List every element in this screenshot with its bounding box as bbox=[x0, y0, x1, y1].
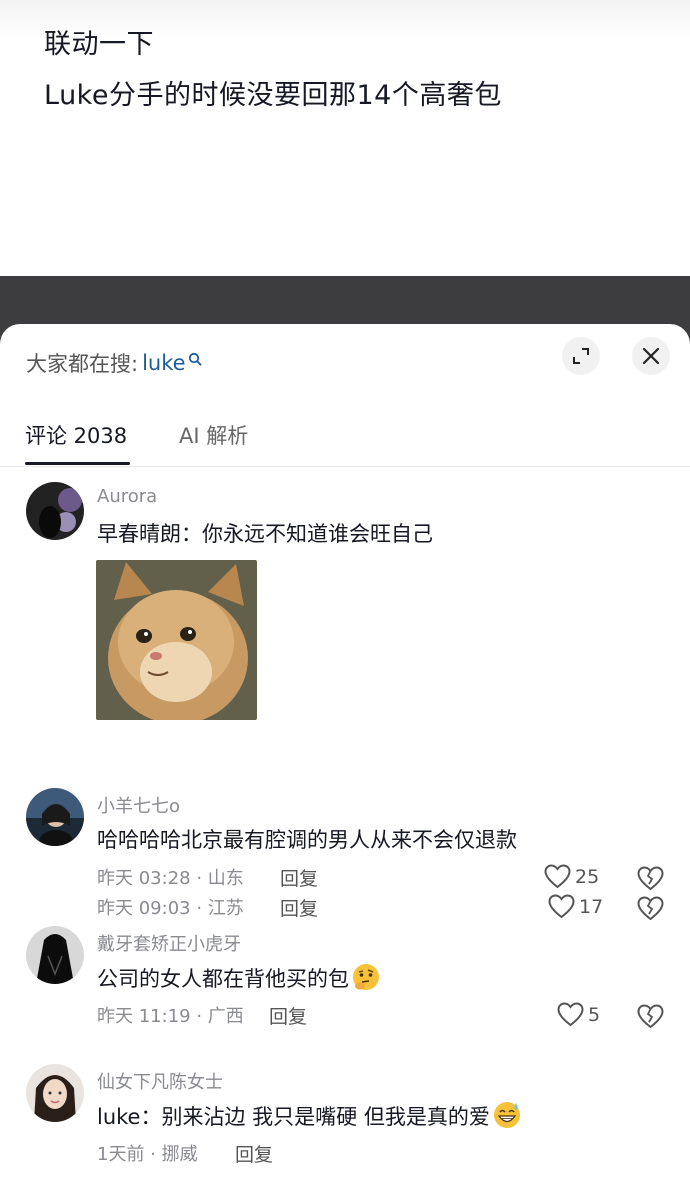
comment-author[interactable]: 戴牙套矫正小虎牙 bbox=[97, 930, 241, 956]
comment-author[interactable]: Aurora bbox=[97, 486, 157, 507]
expand-icon bbox=[573, 348, 589, 364]
grinning-sweat-emoji bbox=[493, 1102, 520, 1128]
heart-icon bbox=[544, 864, 571, 889]
cat-meme-image bbox=[96, 560, 257, 720]
post-line-2: Luke分手的时候没要回那14个高奢包 bbox=[44, 80, 502, 111]
suggested-search[interactable]: 大家都在搜: luke bbox=[26, 348, 202, 378]
suggested-search-prefix: 大家都在搜: bbox=[26, 352, 139, 376]
comment-sheet: 大家都在搜: luke 评论 2038 AI 解析 Aurora 早春晴朗：你永… bbox=[0, 324, 690, 1178]
comment-image[interactable] bbox=[96, 560, 257, 720]
tab-comments[interactable]: 评论 2038 bbox=[25, 420, 127, 450]
avatar[interactable] bbox=[26, 926, 84, 984]
like-button[interactable]: 25 bbox=[544, 864, 599, 889]
active-tab-indicator bbox=[25, 462, 130, 465]
thinking-face-emoji bbox=[353, 964, 379, 990]
comment-text: 哈哈哈哈北京最有腔调的男人从来不会仅退款 bbox=[97, 828, 517, 852]
close-icon bbox=[642, 347, 660, 365]
avatar[interactable] bbox=[26, 482, 84, 540]
comment-text-content: 公司的女人都在背他买的包 bbox=[97, 967, 349, 991]
tab-ai-analysis[interactable]: AI 解析 bbox=[179, 420, 248, 450]
reply-button[interactable]: 回复 bbox=[235, 1140, 273, 1167]
like-count: 17 bbox=[579, 895, 604, 918]
comment-tabs: 评论 2038 AI 解析 bbox=[0, 414, 690, 467]
comment-text: luke：别来沾边 我只是嘴硬 但我是真的爱 bbox=[97, 1100, 522, 1131]
comment-text-content: luke：别来沾边 我只是嘴硬 但我是真的爱 bbox=[97, 1105, 490, 1129]
search-icon bbox=[188, 352, 202, 366]
like-count: 25 bbox=[575, 865, 600, 888]
suggested-search-term[interactable]: luke bbox=[142, 351, 185, 375]
expand-button[interactable] bbox=[562, 337, 600, 375]
like-count: 5 bbox=[588, 1003, 601, 1026]
comment-author[interactable]: 小羊七七o bbox=[97, 792, 180, 818]
heart-icon bbox=[548, 894, 575, 919]
close-button[interactable] bbox=[632, 337, 670, 375]
comment-meta: 昨天 09:03 · 江苏 bbox=[97, 898, 244, 919]
heart-icon bbox=[557, 1002, 584, 1027]
comment-text: 早春晴朗：你永远不知道谁会旺自己 bbox=[97, 522, 433, 546]
broken-heart-icon[interactable] bbox=[637, 866, 664, 891]
like-button[interactable]: 5 bbox=[557, 1002, 600, 1027]
post-caption: 联动一下 Luke分手的时候没要回那14个高奢包 bbox=[0, 0, 690, 276]
comment-meta: 1天前 · 挪威 bbox=[97, 1144, 198, 1165]
reply-button[interactable]: 回复 bbox=[280, 864, 318, 891]
comment-meta: 昨天 03:28 · 山东 bbox=[97, 868, 244, 889]
avatar[interactable] bbox=[26, 1064, 84, 1122]
post-line-1: 联动一下 bbox=[44, 29, 154, 60]
broken-heart-icon[interactable] bbox=[637, 1004, 664, 1029]
avatar[interactable] bbox=[26, 788, 84, 846]
comment-meta: 昨天 11:19 · 广西 bbox=[97, 1006, 244, 1027]
reply-button[interactable]: 回复 bbox=[280, 894, 318, 921]
reply-button[interactable]: 回复 bbox=[269, 1002, 307, 1029]
like-button[interactable]: 17 bbox=[548, 894, 603, 919]
comment-author[interactable]: 仙女下凡陈女士 bbox=[97, 1068, 223, 1094]
comment-text: 公司的女人都在背他买的包 bbox=[97, 962, 381, 993]
broken-heart-icon[interactable] bbox=[637, 896, 664, 921]
